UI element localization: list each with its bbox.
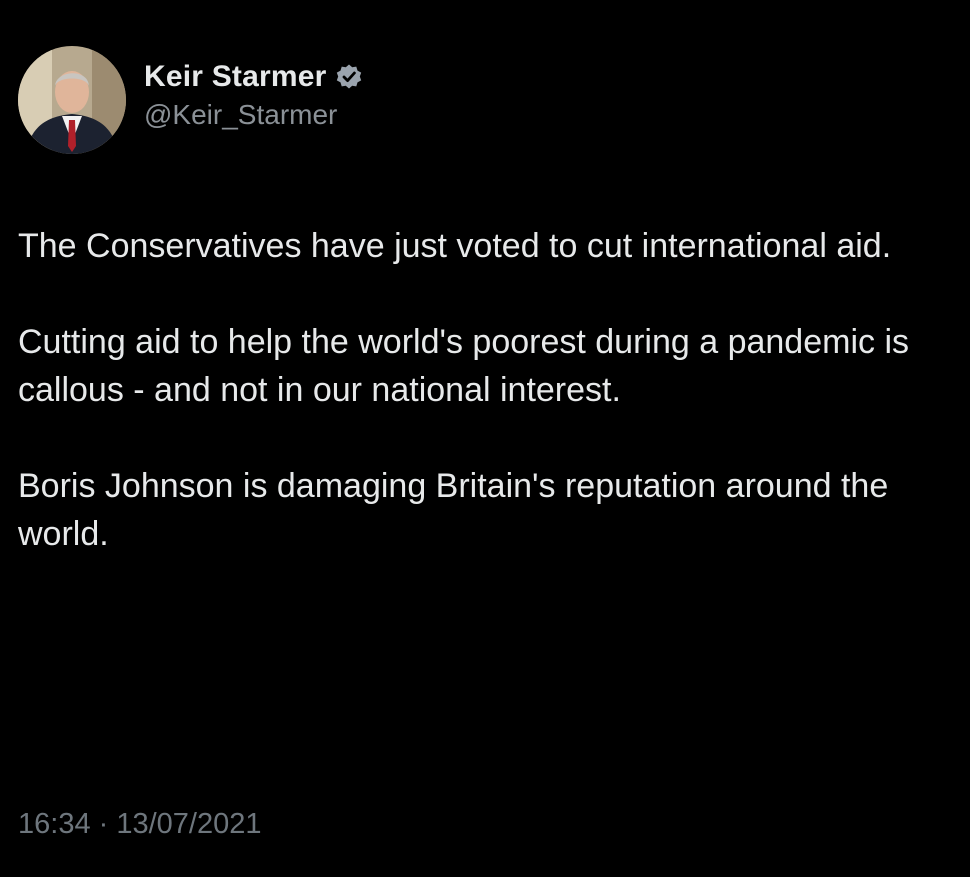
tweet-paragraph: Cutting aid to help the world's poorest …	[18, 323, 910, 409]
author-handle[interactable]: @Keir_Starmer	[144, 99, 363, 131]
author-identity: Keir Starmer @Keir_Starmer	[144, 59, 363, 131]
verified-badge-icon	[335, 63, 363, 91]
author-name[interactable]: Keir Starmer	[144, 60, 327, 94]
avatar[interactable]	[18, 46, 126, 154]
name-row: Keir Starmer	[144, 59, 363, 95]
tweet-timestamp[interactable]: 16:34 · 13/07/2021	[18, 808, 261, 841]
tweet-paragraph: Boris Johnson is damaging Britain's repu…	[18, 467, 889, 553]
avatar-image	[18, 46, 126, 154]
tweet-paragraph: The Conservatives have just voted to cut…	[18, 227, 892, 265]
tweet-header: Keir Starmer @Keir_Starmer	[18, 46, 363, 154]
tweet-text: The Conservatives have just voted to cut…	[18, 222, 948, 558]
tweet-card: Keir Starmer @Keir_Starmer The Conservat…	[0, 0, 970, 877]
